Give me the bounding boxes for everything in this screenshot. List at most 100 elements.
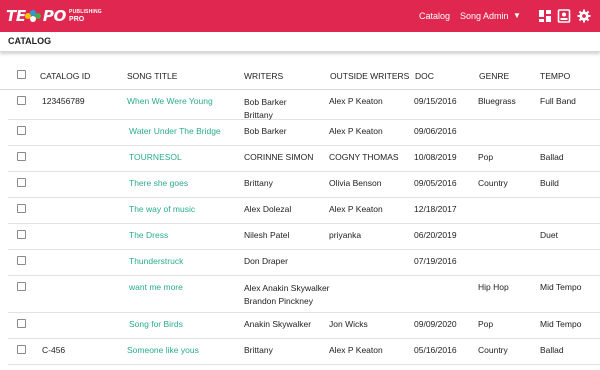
table-row[interactable]: There she goes Brittany Olivia Benson 09/05… — [8, 172, 600, 198]
doc-cell: 09/06/2016 — [414, 126, 457, 136]
row-checkbox[interactable] — [17, 126, 26, 135]
song-title-link[interactable]: When We Were Young — [127, 95, 213, 108]
song-title-link[interactable]: The way of music — [129, 203, 195, 216]
contact-card-icon[interactable] — [557, 9, 571, 23]
table-row[interactable]: TOURNESOL CORINNE SIMON COGNY THOMAS 10/08/… — [8, 146, 600, 172]
song-title-link[interactable]: There she goes — [129, 177, 188, 190]
top-bar: TE PO PUBLISHING PRO Catalog Song Admin … — [0, 0, 600, 32]
writers-cell: CORINNE SIMON — [244, 151, 313, 164]
genre-cell: Hip Hop — [478, 282, 509, 292]
song-title-link[interactable]: The Dress — [129, 229, 168, 242]
table-row[interactable]: Song for Birds Anakin Skywalker Jon Wicks 0… — [8, 313, 600, 339]
song-title-link[interactable]: TOURNESOL — [129, 151, 182, 164]
catalog-id-cell: 123456789 — [42, 96, 85, 106]
writer-name: Alex Dolezal — [244, 204, 292, 214]
page-header: CATALOG — [0, 32, 600, 52]
table-row[interactable]: Thunderstruck Don Draper 07/19/2016 — [8, 250, 600, 276]
table-row[interactable]: 123456789 When We Were Young Bob Barker Bri… — [8, 90, 600, 120]
column-header-outside-writers[interactable]: OUTSIDE WRITERS — [330, 71, 409, 81]
outside-writers-cell: Alex P Keaton — [329, 126, 383, 136]
genre-cell: Pop — [478, 152, 494, 162]
doc-cell: 12/18/2017 — [414, 204, 457, 214]
row-checkbox[interactable] — [17, 319, 26, 328]
song-title-link[interactable]: Someone like yous — [127, 344, 199, 357]
doc-cell: 07/19/2016 — [414, 256, 457, 266]
row-checkbox[interactable] — [17, 178, 26, 187]
writer-name: Brittany — [244, 178, 273, 188]
tempo-cell: Ballad — [540, 345, 564, 355]
writer-name: Brittany — [244, 345, 273, 355]
doc-cell: 09/05/2016 — [414, 178, 457, 188]
column-header-tempo[interactable]: TEMPO — [540, 71, 570, 81]
genre-cell: Bluegrass — [478, 96, 516, 106]
outside-writers-cell: Alex P Keaton — [329, 345, 383, 355]
writer-name: Don Draper — [244, 256, 288, 266]
row-checkbox[interactable] — [17, 282, 26, 291]
writer-name: Nilesh Patel — [244, 230, 290, 240]
select-all-checkbox[interactable] — [17, 70, 26, 79]
doc-cell: 09/15/2016 — [414, 96, 457, 106]
app-logo[interactable]: TE PO PUBLISHING PRO — [6, 5, 102, 27]
nav-catalog-link[interactable]: Catalog — [419, 11, 450, 21]
logo-text-post: PO — [42, 7, 67, 25]
outside-writers-cell: Alex P Keaton — [329, 96, 383, 106]
genre-cell: Country — [478, 178, 508, 188]
tempo-cell: Duet — [540, 230, 558, 240]
row-checkbox[interactable] — [17, 345, 26, 354]
tempo-cell: Mid Tempo — [540, 282, 582, 292]
tempo-cell: Ballad — [540, 152, 564, 162]
writers-cell: Bob Barker — [244, 125, 287, 138]
writers-cell: Don Draper — [244, 255, 288, 268]
doc-cell: 05/16/2016 — [414, 345, 457, 355]
writer-name: CORINNE SIMON — [244, 152, 314, 162]
outside-writers-cell: COGNY THOMAS — [329, 152, 399, 162]
row-checkbox[interactable] — [17, 96, 26, 105]
caret-down-icon[interactable]: ▼ — [513, 11, 521, 20]
page-title: CATALOG — [8, 36, 52, 46]
writer-name: Bob Barker — [244, 97, 287, 107]
writers-cell: Nilesh Patel — [244, 229, 289, 242]
account-menu-button[interactable]: Song Admin — [460, 11, 509, 21]
row-checkbox[interactable] — [17, 204, 26, 213]
writers-cell: Bob Barker Brittany — [244, 96, 287, 122]
row-checkbox[interactable] — [17, 152, 26, 161]
gear-icon[interactable] — [577, 9, 591, 23]
writers-cell: Brittany — [244, 177, 273, 190]
logo-subtitle: PUBLISHING PRO — [69, 8, 102, 23]
writer-name: Anakin Skywalker — [244, 319, 312, 329]
writers-cell: Brittany — [244, 344, 273, 357]
tempo-cell: Full Band — [540, 96, 576, 106]
doc-cell: 10/08/2019 — [414, 152, 457, 162]
row-checkbox[interactable] — [17, 230, 26, 239]
table-row[interactable]: Water Under The Bridge Bob Barker Alex P K… — [8, 120, 600, 146]
song-title-link[interactable]: Water Under The Bridge — [129, 125, 221, 138]
catalog-id-cell: C-456 — [42, 345, 66, 355]
column-header-writers[interactable]: WRITERS — [244, 71, 283, 81]
outside-writers-cell: Jon Wicks — [329, 319, 368, 329]
column-header-song-title[interactable]: SONG TITLE — [127, 71, 177, 81]
outside-writers-cell: Alex P Keaton — [329, 204, 383, 214]
genre-cell: Country — [478, 345, 508, 355]
table-row[interactable]: want me more Alex Anakin Skywalker Brandon… — [8, 276, 600, 313]
song-title-link[interactable]: want me more — [129, 281, 183, 294]
grid-icon[interactable] — [538, 9, 552, 23]
writer-name: Bob Barker — [244, 126, 287, 136]
column-header-catalog-id[interactable]: CATALOG ID — [40, 71, 90, 81]
outside-writers-cell: priyanka — [329, 230, 362, 240]
tempo-cell: Mid Tempo — [540, 319, 582, 329]
tempo-cell: Build — [540, 178, 559, 188]
writers-cell: Anakin Skywalker — [244, 318, 311, 331]
doc-cell: 06/20/2019 — [414, 230, 457, 240]
writer-name: Brandon Pinckney — [244, 296, 313, 306]
column-header-doc[interactable]: DOC — [415, 71, 434, 81]
row-checkbox[interactable] — [17, 256, 26, 265]
doc-cell: 09/09/2020 — [414, 319, 457, 329]
writers-cell: Alex Dolezal — [244, 203, 291, 216]
table-row[interactable]: The Dress Nilesh Patel priyanka 06/20/2019 D… — [8, 224, 600, 250]
column-header-genre[interactable]: GENRE — [479, 71, 509, 81]
song-title-link[interactable]: Song for Birds — [129, 318, 183, 331]
song-title-link[interactable]: Thunderstruck — [129, 255, 183, 268]
table-row[interactable]: The way of music Alex Dolezal Alex P Keato… — [8, 198, 600, 224]
outside-writers-cell: Olivia Benson — [329, 178, 382, 188]
table-row[interactable]: C-456 Someone like yous Brittany Alex P Kea… — [8, 339, 600, 365]
